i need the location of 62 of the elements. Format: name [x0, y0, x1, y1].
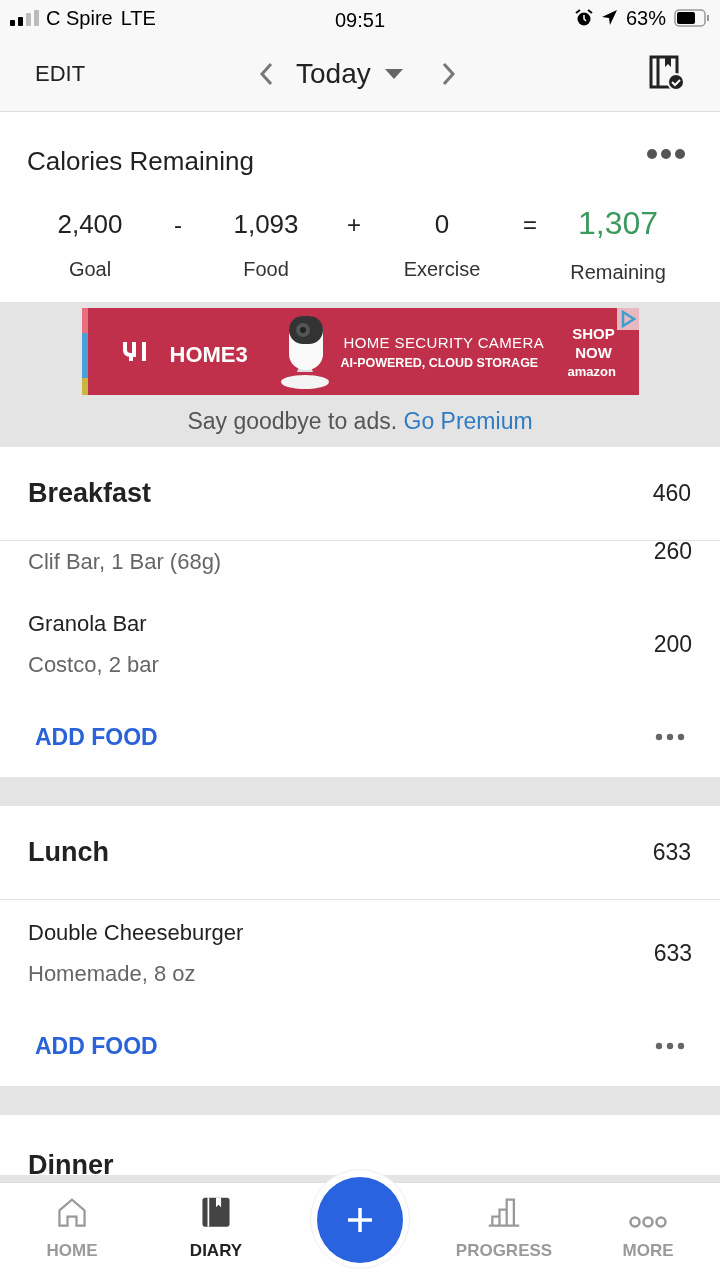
more-options-icon[interactable]	[655, 1042, 685, 1050]
chevron-left-icon[interactable]	[258, 62, 274, 86]
nav-tab[interactable]: PROGRESS	[455, 1183, 553, 1263]
meal-total: 460	[652, 479, 692, 509]
alarm-icon	[574, 8, 593, 27]
more-icon	[629, 1215, 667, 1228]
ad-cta: SHOP NOW	[571, 324, 616, 362]
calorie-value: 1,093	[233, 208, 299, 241]
clock-time: 09:51	[334, 8, 386, 33]
diary-check-icon[interactable]	[649, 55, 685, 91]
ad-banner[interactable]: HOME3 HOME SECURITY CAMERA AI-POWERED, CLOUD STORAGE SHOP NOW amazon	[81, 308, 639, 395]
calorie-label: Food	[243, 257, 289, 282]
nav-tab[interactable]: HOME	[46, 1183, 98, 1263]
calorie-value: 2,400	[57, 208, 123, 241]
date-dropdown[interactable]: Today	[296, 53, 403, 95]
location-arrow-icon	[600, 9, 618, 26]
more-options-icon[interactable]	[646, 148, 686, 160]
food-name[interactable]: Granola Bar	[28, 607, 159, 640]
nav-tab[interactable]: MORE	[622, 1183, 674, 1263]
calorie-label: Exercise	[403, 257, 481, 282]
food-description: Costco, 2 bar	[28, 651, 159, 679]
calorie-value: 1,307	[577, 204, 659, 243]
chevron-right-icon[interactable]	[440, 62, 457, 86]
signal-icon	[10, 9, 40, 26]
caret-down-icon	[384, 69, 403, 79]
meal-title: Breakfast	[28, 477, 152, 511]
edit-button[interactable]: EDIT	[35, 56, 86, 90]
ad-choices-icon[interactable]	[616, 308, 639, 330]
section-title: Calories Remaining	[27, 145, 254, 178]
food-description: Homemade, 8 oz	[28, 960, 197, 988]
add-food-button[interactable]: ADD FOOD	[35, 1028, 158, 1064]
ad-subline: AI-POWERED, CLOUD STORAGE	[340, 355, 539, 372]
book-icon	[199, 1197, 233, 1228]
battery-percent: 63%	[625, 5, 666, 31]
food-calories: 260	[653, 540, 692, 563]
ad-free-note: Say goodbye to ads.	[187, 408, 398, 434]
nav-tab[interactable]: DIARY	[189, 1183, 243, 1263]
home-icon	[55, 1197, 89, 1228]
operator-sign: =	[522, 210, 538, 240]
operator-sign: -	[173, 210, 183, 240]
premium-link[interactable]: Go Premium	[403, 408, 533, 434]
meal-total: 633	[652, 838, 692, 868]
food-description: Clif Bar, 1 Bar (68g)	[28, 548, 222, 576]
food-calories: 200	[653, 629, 692, 659]
calorie-label: Goal	[68, 257, 112, 282]
food-calories: 633	[653, 938, 692, 968]
operator-sign: +	[346, 210, 362, 240]
more-options-icon[interactable]	[655, 733, 685, 741]
meal-title: Dinner	[28, 1149, 114, 1182]
add-food-button[interactable]: ADD FOOD	[35, 719, 158, 755]
calorie-label: Remaining	[570, 260, 666, 285]
network-type: LTE	[120, 5, 156, 31]
bar-chart-icon	[486, 1197, 522, 1228]
brand-name: HOME3	[169, 341, 248, 369]
meal-title: Lunch	[28, 836, 109, 870]
food-name[interactable]: Double Cheeseburger	[28, 916, 244, 949]
plus-icon	[347, 1207, 373, 1233]
ad-headline: HOME SECURITY CAMERA	[343, 333, 545, 353]
calorie-value: 0	[434, 208, 450, 241]
battery-icon	[674, 8, 710, 27]
store-name: amazon	[567, 363, 616, 381]
carrier-name: C Spire	[46, 5, 113, 31]
